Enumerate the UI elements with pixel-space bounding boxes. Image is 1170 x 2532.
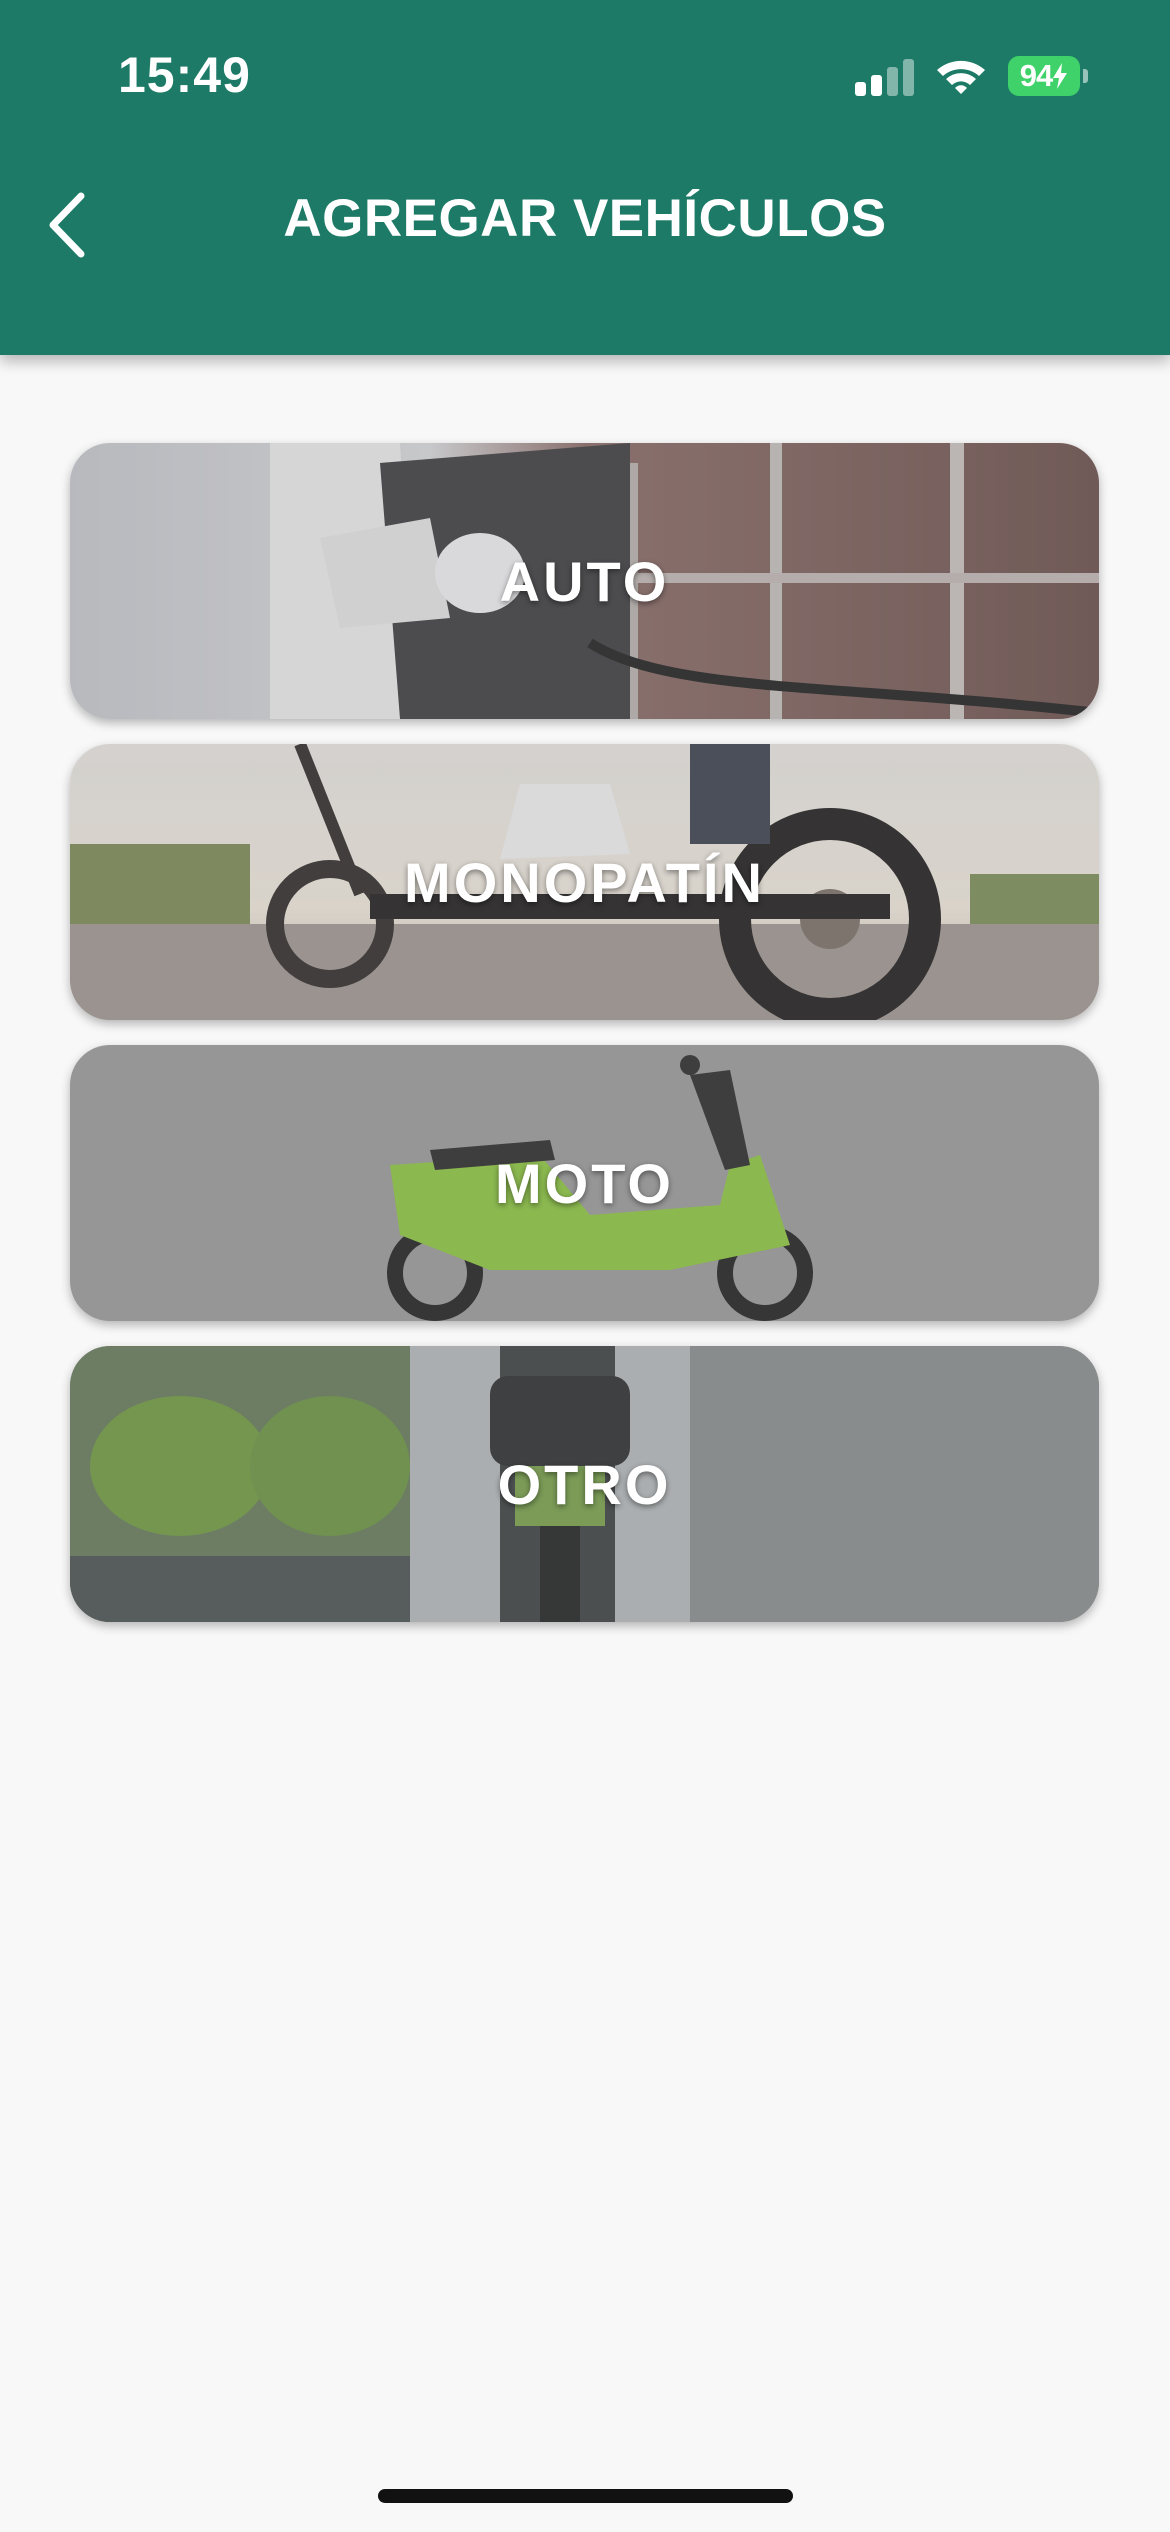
wifi-icon <box>937 60 985 94</box>
page-title: AGREGAR VEHÍCULOS <box>283 189 887 248</box>
battery-percent: 94 <box>1019 58 1053 93</box>
cellular-signal-icon <box>855 58 915 96</box>
vehicle-card-moto[interactable]: MOTO <box>70 1045 1099 1321</box>
home-indicator[interactable] <box>378 2489 793 2503</box>
status-time: 15:49 <box>118 47 251 103</box>
vehicle-card-auto[interactable]: AUTO <box>70 443 1099 719</box>
battery-level: 94 <box>1008 56 1080 96</box>
battery-cap <box>1083 69 1088 83</box>
vehicle-label: OTRO <box>497 1452 672 1516</box>
vehicle-label: MONOPATÍN <box>404 850 765 914</box>
vehicle-label: MOTO <box>495 1151 674 1215</box>
vehicle-label: AUTO <box>499 549 670 613</box>
vehicle-card-otro[interactable]: OTRO <box>70 1346 1099 1622</box>
lightning-bolt-icon <box>1053 63 1068 89</box>
app-header: 15:49 94 AGREGAR VEHÍCULOS <box>0 0 1170 355</box>
battery-charging-icon: 94 <box>1008 56 1088 96</box>
vehicle-card-monopatin[interactable]: MONOPATÍN <box>70 744 1099 1020</box>
